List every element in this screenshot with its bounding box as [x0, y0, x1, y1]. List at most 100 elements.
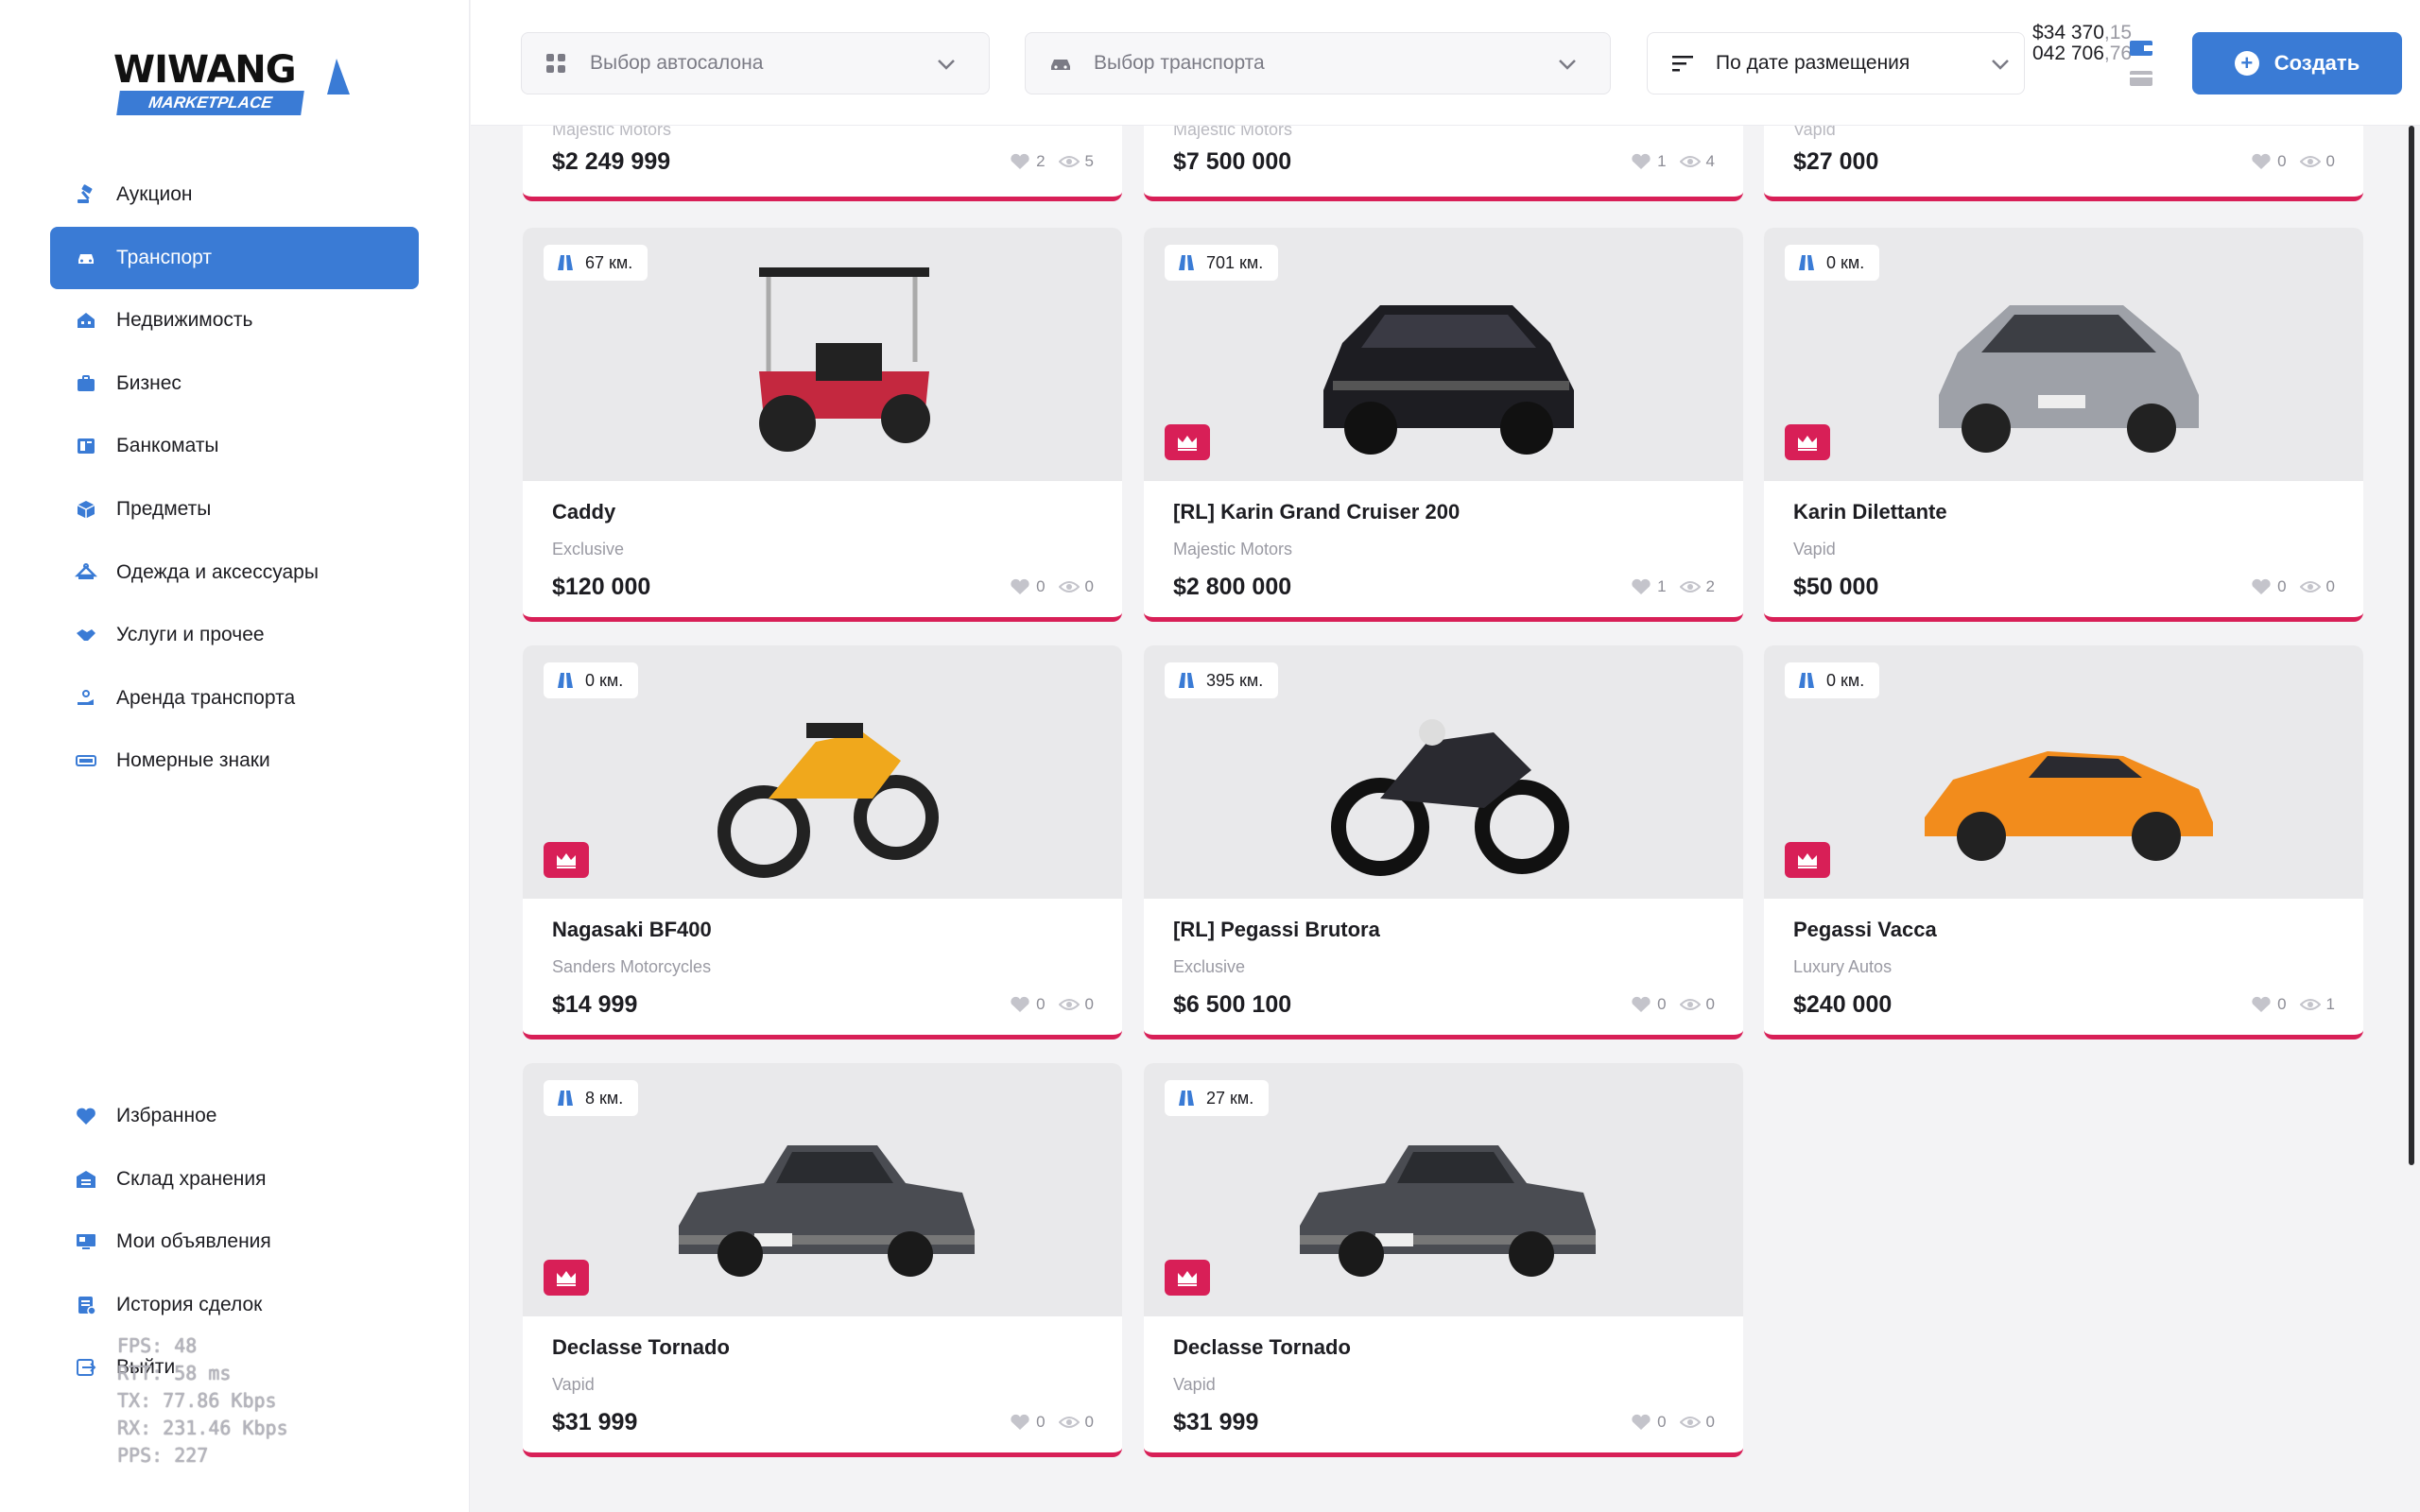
mileage-value: 8 км.: [585, 1088, 624, 1108]
listing-price: $6 500 100: [1173, 991, 1292, 1018]
listing-price: $14 999: [552, 991, 638, 1018]
listing-image: 0 км.: [523, 645, 1122, 899]
listing-stats: 1 2: [1631, 577, 1715, 596]
mileage-badge: 0 км.: [544, 662, 639, 698]
listing-stats: 0 0: [1010, 995, 1094, 1014]
listing-card[interactable]: 701 км. [RL] Karin Grand Cruiser 200 Maj…: [1144, 228, 1743, 622]
listing-image: 0 км.: [1764, 645, 2363, 899]
listing-card[interactable]: 0 км. Nagasaki BF400 Sanders Motorcycles…: [523, 645, 1122, 1040]
listing-info: [RL] Karin Grand Cruiser 200 Majestic Mo…: [1144, 481, 1743, 617]
listing-card[interactable]: 8 км. Declasse Tornado Vapid $31 999 0 0: [523, 1063, 1122, 1457]
box-icon: [75, 498, 97, 521]
eye-icon: [1679, 1417, 1701, 1428]
view-count: 0: [2299, 577, 2335, 596]
sidebar-item-realty[interactable]: Недвижимость: [50, 289, 419, 352]
listing-stats: 1 4: [1631, 152, 1715, 171]
sidebar-item-label: Аренда транспорта: [116, 686, 296, 709]
premium-badge: [1165, 424, 1210, 460]
dealership-select[interactable]: Выбор автосалона: [521, 32, 990, 94]
like-count[interactable]: 2: [1010, 152, 1046, 171]
like-count[interactable]: 1: [1631, 577, 1667, 596]
sidebar-item-favorites[interactable]: Избранное: [50, 1085, 419, 1147]
vehicle-image: [1915, 657, 2218, 884]
sidebar-item-clothes[interactable]: Одежда и аксессуары: [50, 541, 419, 604]
listing-title: Karin Dilettante: [1793, 500, 1947, 524]
view-count: 0: [2299, 152, 2335, 171]
like-count[interactable]: 0: [2251, 152, 2287, 171]
listing-stats: 0 0: [2251, 577, 2335, 596]
listing-price: $120 000: [552, 574, 651, 600]
listing-grid: Majestic Motors $2 249 999 2 5 Majestic …: [523, 126, 2366, 1512]
sidebar-item-transport[interactable]: Транспорт: [50, 226, 419, 289]
listing-card-partial[interactable]: Majestic Motors $7 500 000 1 4: [1144, 126, 1743, 201]
stat-rx: RX: 231.46 Kbps: [117, 1417, 288, 1439]
like-count[interactable]: 0: [1631, 1413, 1667, 1432]
handshake-icon: [75, 624, 97, 646]
sidebar-item-label: Бизнес: [116, 371, 182, 394]
heart-icon: [1011, 996, 1029, 1012]
vehicle-image: [1295, 657, 1598, 884]
sidebar-item-plates[interactable]: Номерные знаки: [50, 730, 419, 792]
history-icon: [75, 1294, 97, 1316]
sort-select[interactable]: По дате размещения: [1647, 32, 2025, 94]
sidebar-item-atm[interactable]: Банкоматы: [50, 415, 419, 477]
listing-card[interactable]: 0 км. Karin Dilettante Vapid $50 000 0 0: [1764, 228, 2363, 622]
listing-card[interactable]: 67 км. Caddy Exclusive $120 000 0 0: [523, 228, 1122, 622]
view-count: 1: [2299, 995, 2335, 1014]
listing-card[interactable]: 0 км. Pegassi Vacca Luxury Autos $240 00…: [1764, 645, 2363, 1040]
crown-icon: [1178, 436, 1197, 451]
like-count[interactable]: 0: [1631, 995, 1667, 1014]
mileage-value: 27 км.: [1206, 1088, 1254, 1108]
road-icon: [1178, 254, 1195, 271]
listing-card[interactable]: 27 км. Declasse Tornado Vapid $31 999 0 …: [1144, 1063, 1743, 1457]
sidebar-item-my-listings[interactable]: Мои объявления: [50, 1211, 419, 1273]
like-count[interactable]: 0: [2251, 577, 2287, 596]
sail-icon: [327, 59, 350, 94]
dealership-select-placeholder: Выбор автосалона: [590, 52, 764, 74]
wallet-icons: [2129, 38, 2153, 93]
eye-icon: [2299, 999, 2321, 1010]
listing-card-partial[interactable]: Vapid $27 000 0 0: [1764, 126, 2363, 201]
sidebar-item-items[interactable]: Предметы: [50, 478, 419, 541]
mileage-value: 0 км.: [1826, 252, 1865, 272]
like-count[interactable]: 0: [1010, 995, 1046, 1014]
create-listing-button[interactable]: + Создать: [2192, 32, 2402, 94]
create-listing-label: Создать: [2273, 51, 2360, 75]
like-count[interactable]: 0: [2251, 995, 2287, 1014]
heart-icon: [2252, 153, 2271, 169]
like-count[interactable]: 0: [1010, 1413, 1046, 1432]
heart-icon: [2252, 996, 2271, 1012]
sidebar-item-auction[interactable]: Аукцион: [50, 163, 419, 226]
heart-icon: [1011, 153, 1029, 169]
like-count[interactable]: 1: [1631, 152, 1667, 171]
eye-icon: [2299, 156, 2321, 167]
listing-info: Caddy Exclusive $120 000 0 0: [523, 481, 1122, 617]
listing-price: $27 000: [1793, 148, 1879, 175]
listing-info: Declasse Tornado Vapid $31 999 0 0: [523, 1316, 1122, 1452]
sidebar-item-rent[interactable]: Аренда транспорта: [50, 667, 419, 730]
listing-image: 0 км.: [1764, 228, 2363, 481]
sidebar-item-label: Недвижимость: [116, 309, 253, 332]
logo-brand: WIWANG: [113, 48, 297, 92]
premium-badge: [544, 1260, 589, 1296]
sidebar-item-label: Одежда и аксессуары: [116, 560, 319, 583]
like-count[interactable]: 0: [1010, 577, 1046, 596]
listing-card-partial[interactable]: Majestic Motors $2 249 999 2 5: [523, 126, 1122, 201]
heart-icon: [1632, 153, 1651, 169]
eye-icon: [1679, 156, 1701, 167]
heart-icon: [1011, 578, 1029, 594]
listing-card[interactable]: 395 км. [RL] Pegassi Brutora Exclusive $…: [1144, 645, 1743, 1040]
vehicle-image: [1295, 239, 1598, 466]
heart-icon: [2252, 578, 2271, 594]
sidebar-item-history[interactable]: История сделок: [50, 1274, 419, 1336]
vehicle-select[interactable]: Выбор транспорта: [1025, 32, 1611, 94]
scrollbar[interactable]: [2409, 126, 2414, 1165]
listing-stats: 0 0: [1631, 995, 1715, 1014]
sidebar-item-business[interactable]: Бизнес: [50, 352, 419, 415]
sidebar-item-storage[interactable]: Склад хранения: [50, 1148, 419, 1211]
sidebar-item-services[interactable]: Услуги и прочее: [50, 604, 419, 666]
balance-cash: $34 370: [2032, 22, 2104, 43]
mileage-value: 0 км.: [1826, 670, 1865, 690]
listing-price: $50 000: [1793, 574, 1879, 600]
listing-image: 701 км.: [1144, 228, 1743, 481]
